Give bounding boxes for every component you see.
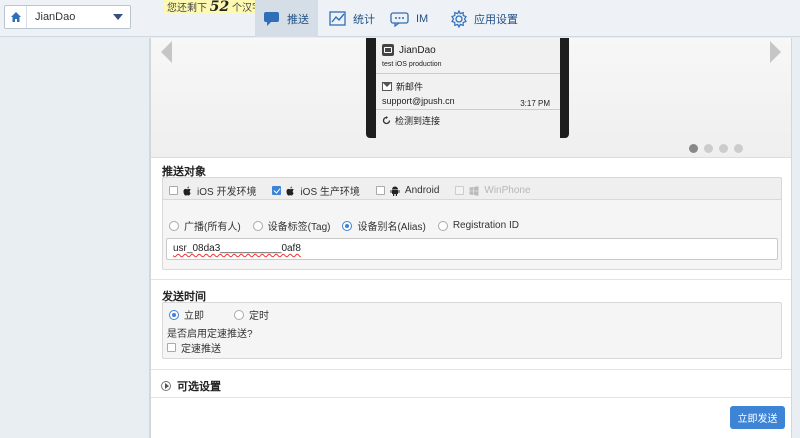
next-notification: 检测到连接 <box>376 110 560 127</box>
windows-icon <box>469 185 479 196</box>
apple-icon <box>183 186 191 195</box>
next-slide-arrow-icon[interactable] <box>770 41 781 63</box>
platform-winphone[interactable]: WinPhone <box>455 185 531 196</box>
notification-header: JianDao test iOS production <box>376 38 560 74</box>
nav-tab-im-label: IM <box>416 12 429 25</box>
tag-radio[interactable] <box>252 220 263 231</box>
app-select[interactable]: JianDao <box>4 5 131 29</box>
nav-tab-push-label: 推送 <box>287 13 309 26</box>
phone-mockup: JianDao test iOS production 新邮件 support@… <box>366 38 569 138</box>
nav-tab-push[interactable]: 推送 <box>255 0 318 37</box>
prev-slide-arrow-icon[interactable] <box>161 41 172 63</box>
send-now-option[interactable]: 立即 <box>169 307 204 322</box>
rate-label: 定速推送 <box>181 344 221 355</box>
send-now-label: 立即 <box>184 311 204 322</box>
registration-id-radio[interactable] <box>437 220 448 231</box>
alias-input[interactable]: usr_08da3___________0af8 <box>166 238 778 260</box>
mail-notification: 新邮件 support@jpush.cn 3:17 PM <box>376 74 560 110</box>
carousel-dots <box>689 144 743 153</box>
audience-registration-id[interactable]: Registration ID <box>437 220 519 231</box>
android-label: Android <box>404 185 440 196</box>
home-icon[interactable] <box>5 6 27 28</box>
platform-ios-prod[interactable]: iOS 生产环境 <box>272 183 360 198</box>
optional-settings-toggle[interactable]: 可选设置 <box>161 378 221 394</box>
ios-prod-checkbox[interactable] <box>272 186 282 195</box>
send-scheduled-radio[interactable] <box>234 309 244 320</box>
nav-tab-app-settings[interactable]: 应用设置 <box>450 0 518 37</box>
phone-screen: JianDao test iOS production 新邮件 support@… <box>376 38 560 138</box>
send-now-radio[interactable] <box>169 309 179 320</box>
main-panel: JianDao test iOS production 新邮件 support@… <box>150 38 792 438</box>
audience-broadcast[interactable]: 广播(所有人) <box>169 218 241 233</box>
chart-icon <box>329 10 347 27</box>
alias-label: 设备别名(Alias) <box>357 222 426 233</box>
sidebar <box>0 38 150 438</box>
section-divider <box>151 397 791 398</box>
carousel-dot[interactable] <box>704 144 713 153</box>
platform-options: iOS 开发环境 iOS 生产环境 Android WinPhone <box>169 183 531 198</box>
hint-prefix: 您还剩下 <box>167 3 207 14</box>
carousel-dot[interactable] <box>719 144 728 153</box>
android-checkbox[interactable] <box>375 186 385 195</box>
registration-id-label: Registration ID <box>452 220 519 231</box>
rate-toggle[interactable]: 定速推送 <box>167 340 221 355</box>
notification-app: JianDao <box>399 44 436 56</box>
carousel-dot[interactable] <box>689 144 698 153</box>
push-icon <box>263 11 281 27</box>
rate-option: 定速推送 <box>167 340 221 355</box>
nav-tab-stats[interactable]: 统计 <box>329 0 375 37</box>
rate-question: 是否启用定速推送? <box>167 329 253 340</box>
broadcast-label: 广播(所有人) <box>184 222 241 233</box>
alias-radio[interactable] <box>342 220 353 231</box>
ios-prod-label: iOS 生产环境 <box>300 187 360 198</box>
nav-tab-im[interactable]: IM <box>390 0 428 37</box>
hint-count: 52 <box>209 0 230 15</box>
mail-icon <box>382 82 392 91</box>
platform-android[interactable]: Android <box>375 185 440 196</box>
optional-settings-label: 可选设置 <box>177 381 221 393</box>
next-notification-text: 检测到连接 <box>395 116 441 126</box>
winphone-label: WinPhone <box>484 185 531 196</box>
audience-tag[interactable]: 设备标签(Tag) <box>252 218 331 233</box>
audience-alias[interactable]: 设备别名(Alias) <box>342 218 426 233</box>
section-divider <box>151 369 791 370</box>
top-bar: JianDao 您还剩下 52 个汉字可以输入 推送 统计 IM 应用设置 <box>0 0 800 37</box>
ios-dev-label: iOS 开发环境 <box>197 187 257 198</box>
platform-ios-dev[interactable]: iOS 开发环境 <box>169 183 256 198</box>
apple-icon <box>286 186 295 195</box>
gear-icon <box>450 9 468 28</box>
send-scheduled-option[interactable]: 定时 <box>234 307 269 322</box>
rate-checkbox[interactable] <box>167 343 176 352</box>
mail-title: 新邮件 <box>396 82 424 92</box>
chevron-down-icon[interactable] <box>113 14 123 20</box>
alias-input-value: usr_08da3___________0af8 <box>173 243 301 254</box>
send-scheduled-label: 定时 <box>249 311 269 322</box>
android-icon <box>390 186 400 196</box>
nav-tab-app-settings-label: 应用设置 <box>474 13 518 26</box>
expand-icon <box>161 381 171 391</box>
send-now-button[interactable]: 立即发送 <box>730 406 785 429</box>
chat-icon <box>390 11 410 27</box>
preview-carousel: JianDao test iOS production 新邮件 support@… <box>151 38 791 158</box>
section-divider <box>151 279 791 280</box>
app-icon <box>382 44 394 56</box>
ios-dev-checkbox[interactable] <box>169 186 178 195</box>
nav-tab-stats-label: 统计 <box>353 13 375 26</box>
carousel-dot[interactable] <box>734 144 743 153</box>
broadcast-radio[interactable] <box>169 220 179 231</box>
audience-options: 广播(所有人) 设备标签(Tag) 设备别名(Alias) Registrati… <box>169 218 519 233</box>
sync-icon <box>382 116 391 125</box>
tag-label: 设备标签(Tag) <box>267 222 331 233</box>
send-time-options: 立即 定时 <box>169 307 269 322</box>
mail-time: 3:17 PM <box>520 99 550 108</box>
winphone-checkbox[interactable] <box>455 186 465 195</box>
notification-text: test iOS production <box>382 61 442 68</box>
app-select-value: JianDao <box>35 11 76 23</box>
